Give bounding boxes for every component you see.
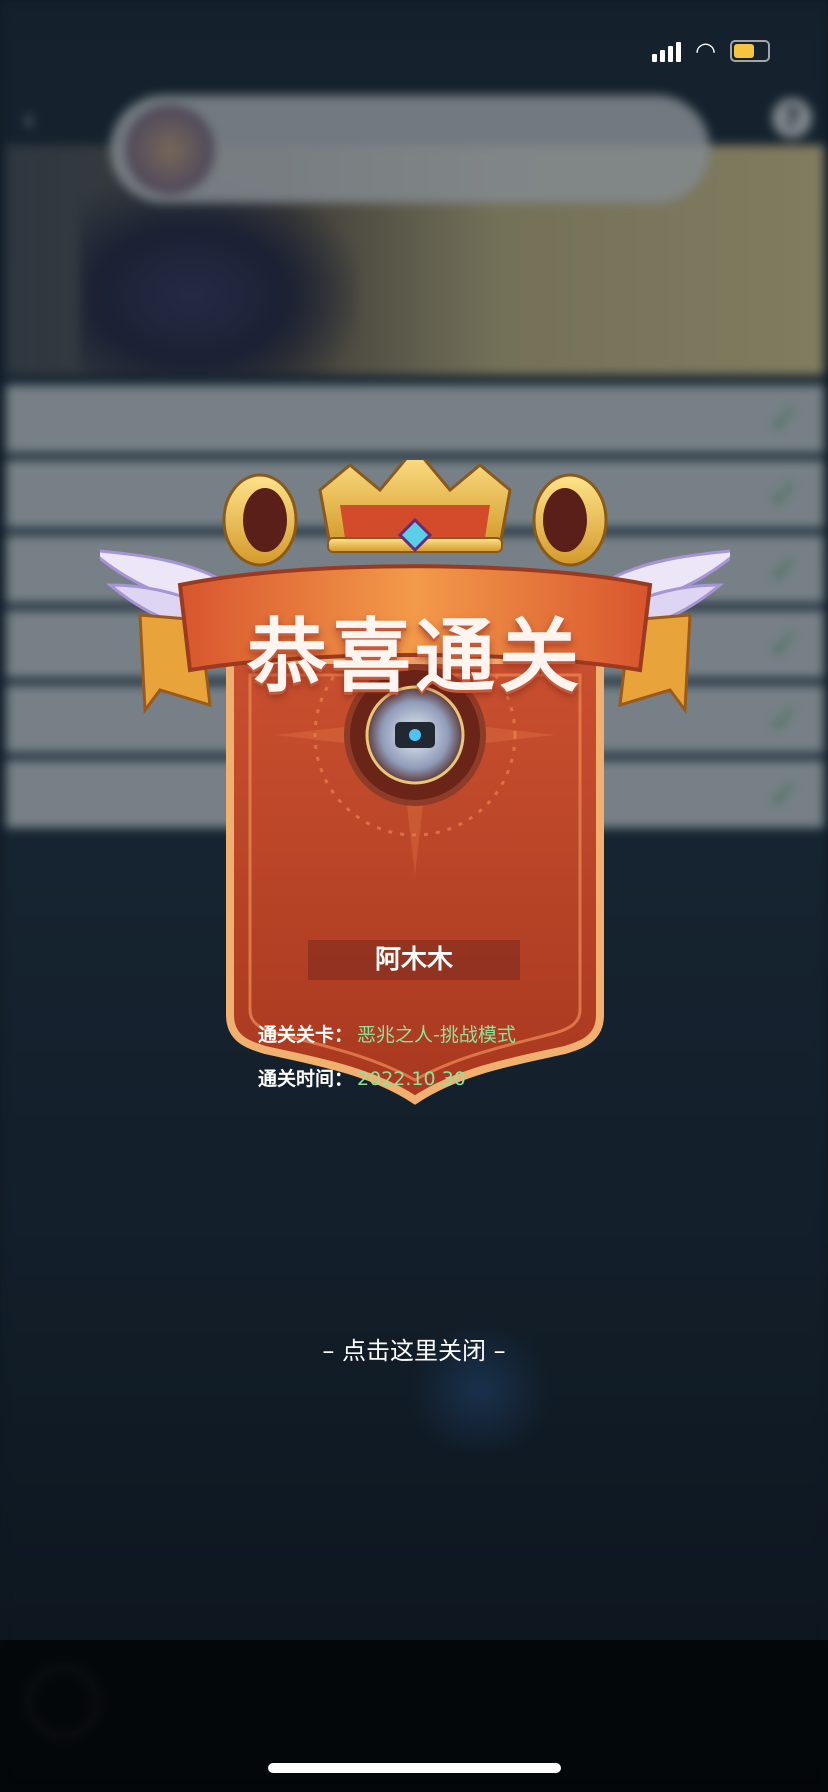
- cellular-signal-icon: [652, 40, 682, 62]
- status-bar: ◠: [652, 37, 770, 65]
- close-button[interactable]: – 点击这里关闭 –: [0, 1331, 828, 1366]
- time-label: 通关时间：: [258, 1068, 354, 1090]
- stage-label: 通关关卡：: [258, 1024, 354, 1046]
- time-info-row: 通关时间： 2022.10.30: [258, 1064, 466, 1091]
- award-frame-graphic: [100, 460, 730, 1105]
- stage-info-row: 通关关卡： 恶兆之人-挑战模式: [258, 1020, 516, 1047]
- home-indicator[interactable]: [268, 1763, 561, 1773]
- player-name: 阿木木: [308, 940, 520, 980]
- clear-award-card: 恭喜通关 阿木木 通关关卡： 恶兆之人-挑战模式 通关时间： 2022.10.30: [100, 460, 730, 1240]
- battery-icon: [730, 40, 770, 62]
- time-value: 2022.10.30: [357, 1068, 466, 1090]
- award-title: 恭喜通关: [247, 609, 583, 703]
- stage-value: 恶兆之人-挑战模式: [357, 1024, 516, 1046]
- wifi-icon: ◠: [695, 37, 716, 65]
- crown-icon: [318, 460, 512, 553]
